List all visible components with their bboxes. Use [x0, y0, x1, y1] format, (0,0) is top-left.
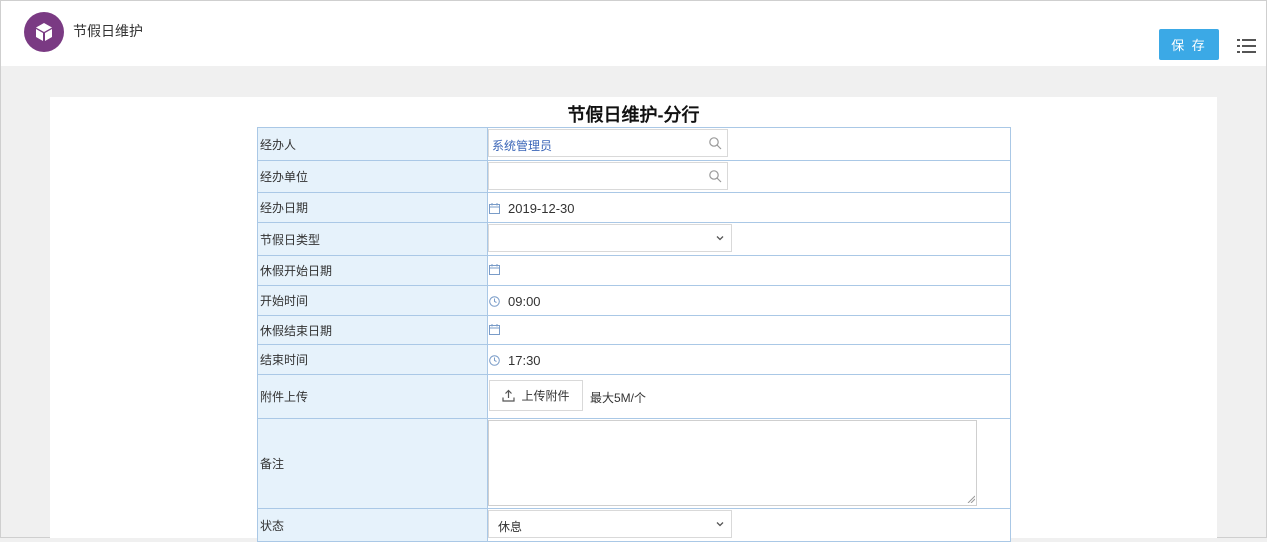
date-label: 经办日期 [257, 192, 488, 223]
clock-icon[interactable] [489, 296, 500, 307]
form-row-holiday-type: 节假日类型 [257, 222, 1011, 256]
remarks-label: 备注 [257, 418, 488, 509]
holiday-type-label: 节假日类型 [257, 222, 488, 256]
start-time-label: 开始时间 [257, 285, 488, 316]
form-row-unit: 经办单位 [257, 160, 1011, 193]
app-logo [24, 12, 64, 52]
unit-input[interactable] [488, 162, 728, 190]
handler-input[interactable]: 系统管理员 [488, 129, 728, 157]
upload-button[interactable]: 上传附件 [489, 380, 583, 411]
form-container: 节假日维护-分行 经办人 系统管理员 经办单位 经办日期 2019-12-30 … [50, 97, 1217, 542]
form-row-start-time: 开始时间 09:00 [257, 285, 1011, 316]
calendar-icon[interactable] [489, 203, 500, 214]
form-row-handler: 经办人 系统管理员 [257, 127, 1011, 161]
holiday-type-cell [487, 222, 1011, 256]
handler-value: 系统管理员 [492, 139, 553, 153]
upload-size-hint: 最大5M/个 [590, 391, 647, 405]
form-title: 节假日维护-分行 [567, 105, 700, 125]
clock-icon[interactable] [489, 355, 500, 366]
attachment-label: 附件上传 [257, 374, 488, 419]
chevron-down-icon [716, 522, 724, 527]
end-date-cell[interactable] [487, 315, 1011, 345]
save-button[interactable]: 保 存 [1159, 29, 1219, 60]
search-icon[interactable] [708, 136, 722, 150]
chevron-down-icon [716, 236, 724, 241]
handler-label: 经办人 [257, 127, 488, 161]
form-row-status: 状态 休息 [257, 508, 1011, 542]
attachment-cell: 上传附件 最大5M/个 [487, 374, 1011, 419]
form-row-end-date: 休假结束日期 [257, 315, 1011, 345]
search-icon[interactable] [708, 169, 722, 183]
status-label: 状态 [257, 508, 488, 542]
end-date-label: 休假结束日期 [257, 315, 488, 345]
cube-icon [36, 23, 52, 41]
start-time-cell[interactable]: 09:00 [487, 285, 1011, 316]
calendar-icon[interactable] [489, 264, 500, 275]
holiday-type-select[interactable] [488, 224, 732, 252]
date-cell[interactable]: 2019-12-30 [487, 192, 1011, 223]
form-row-start-date: 休假开始日期 [257, 255, 1011, 286]
end-time-cell[interactable]: 17:30 [487, 344, 1011, 375]
handler-cell: 系统管理员 [487, 127, 1011, 161]
holiday-form: 经办人 系统管理员 经办单位 经办日期 2019-12-30 节假日类型 休假开… [257, 127, 1011, 542]
form-row-remarks: 备注 [257, 418, 1011, 509]
start-date-cell[interactable] [487, 255, 1011, 286]
status-cell: 休息 [487, 508, 1011, 542]
form-row-attachment: 附件上传 上传附件 最大5M/个 [257, 374, 1011, 419]
unit-label: 经办单位 [257, 160, 488, 193]
resize-grip-icon[interactable] [967, 495, 975, 503]
upload-icon [502, 389, 516, 402]
end-time-label: 结束时间 [257, 344, 488, 375]
remarks-cell [487, 418, 1011, 509]
start-time-value: 09:00 [508, 294, 541, 309]
start-date-label: 休假开始日期 [257, 255, 488, 286]
status-select[interactable]: 休息 [488, 510, 732, 538]
status-value: 休息 [498, 520, 523, 534]
form-row-date: 经办日期 2019-12-30 [257, 192, 1011, 223]
upload-button-label: 上传附件 [521, 389, 570, 403]
app-title: 节假日维护 [73, 23, 143, 39]
list-menu-icon[interactable] [1237, 38, 1257, 54]
calendar-icon[interactable] [489, 324, 500, 335]
form-row-end-time: 结束时间 17:30 [257, 344, 1011, 375]
end-time-value: 17:30 [508, 353, 541, 368]
app-header: 节假日维护 保 存 [1, 1, 1266, 66]
date-value: 2019-12-30 [508, 201, 575, 216]
unit-cell [487, 160, 1011, 193]
remarks-textarea[interactable] [488, 420, 977, 506]
